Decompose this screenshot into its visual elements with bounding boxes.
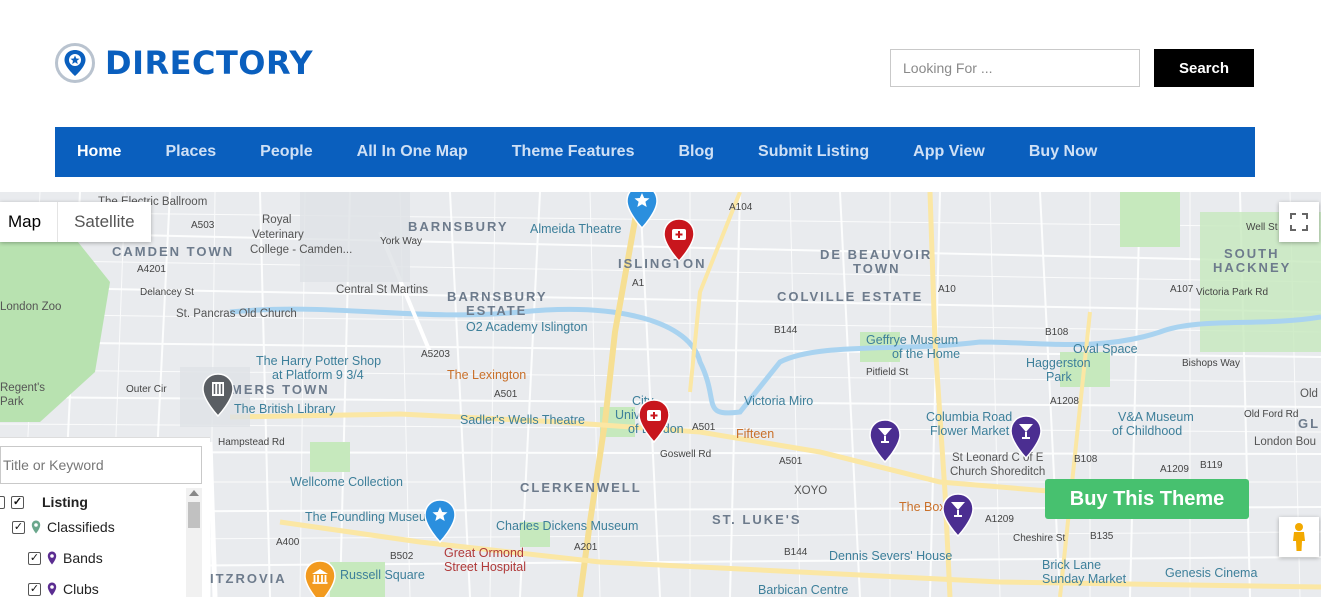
clubs-checkbox[interactable]: ✓: [28, 582, 41, 596]
main-nav: Home Places People All In One Map Theme …: [55, 127, 1255, 177]
fullscreen-button[interactable]: [1279, 202, 1319, 242]
buy-this-theme-button[interactable]: Buy This Theme: [1045, 479, 1249, 519]
nav-item-submit-listing[interactable]: Submit Listing: [758, 143, 869, 161]
star-listing-marker-icon[interactable]: [422, 498, 458, 544]
nav-item-people[interactable]: People: [260, 143, 312, 161]
building-listing-marker-icon[interactable]: [200, 372, 236, 418]
tree-item-clubs[interactable]: ✓ Clubs: [28, 577, 99, 597]
street-view-pegman[interactable]: [1279, 517, 1319, 557]
nav-item-home[interactable]: Home: [77, 143, 121, 161]
pegman-icon: [1293, 523, 1305, 551]
nav-item-blog[interactable]: Blog: [678, 143, 714, 161]
tree-item-bands[interactable]: ✓ Bands: [28, 546, 103, 570]
museum-listing-marker-icon[interactable]: [302, 559, 338, 597]
map-type-map-button[interactable]: Map: [0, 202, 59, 242]
map-type-control: Map Satellite: [0, 202, 151, 242]
map-pin-icon: [47, 582, 57, 596]
tree-item-classifieds[interactable]: ✓ Classifieds: [12, 515, 115, 539]
cocktail-listing-marker-icon[interactable]: [867, 418, 903, 464]
medical-listing-marker-icon[interactable]: [636, 398, 672, 444]
tree-scrollbar[interactable]: [186, 488, 202, 597]
bands-checkbox[interactable]: ✓: [28, 551, 41, 565]
tree-item-label: Classifieds: [47, 519, 115, 535]
nav-item-theme-features[interactable]: Theme Features: [512, 143, 635, 161]
nav-item-all-in-one-map[interactable]: All In One Map: [357, 143, 468, 161]
tree-item-listing[interactable]: ✓ Listing: [0, 490, 88, 514]
map-canvas[interactable]: CAMDEN TOWN BARNSBURY ISLINGTON DE BEAUV…: [0, 192, 1321, 597]
scroll-up-arrow-icon[interactable]: [189, 490, 199, 496]
logo-pin-icon: [55, 43, 95, 83]
search-input[interactable]: [890, 49, 1140, 87]
map-pin-icon: [31, 520, 41, 534]
tree-item-label: Bands: [63, 550, 103, 566]
nav-item-places[interactable]: Places: [165, 143, 216, 161]
classifieds-checkbox[interactable]: ✓: [12, 520, 25, 534]
nav-item-buy-now[interactable]: Buy Now: [1029, 143, 1097, 161]
tree-item-label: Clubs: [63, 581, 99, 597]
search-button[interactable]: Search: [1154, 49, 1254, 87]
medical-listing-marker-icon[interactable]: [661, 217, 697, 263]
map-type-satellite-button[interactable]: Satellite: [58, 202, 150, 242]
logo-text: DIRECTORY: [105, 44, 314, 82]
page-root: DIRECTORY Search Home Places People All …: [0, 0, 1321, 597]
tree-item-label: Listing: [42, 494, 88, 510]
nav-item-app-view[interactable]: App View: [913, 143, 985, 161]
cocktail-listing-marker-icon[interactable]: [1008, 414, 1044, 460]
keyword-search-input[interactable]: [0, 446, 202, 484]
site-logo[interactable]: DIRECTORY: [55, 42, 313, 84]
fullscreen-icon: [1290, 213, 1308, 231]
expand-checkbox[interactable]: [0, 495, 5, 509]
listing-checkbox[interactable]: ✓: [11, 495, 24, 509]
listing-filter-panel: ✓ Listing ✓ Classifieds ✓ Bands ✓: [0, 437, 210, 597]
map-pin-icon: [47, 551, 57, 565]
cocktail-listing-marker-icon[interactable]: [940, 492, 976, 538]
star-listing-marker-icon[interactable]: [624, 192, 660, 230]
scroll-thumb[interactable]: [188, 502, 200, 528]
